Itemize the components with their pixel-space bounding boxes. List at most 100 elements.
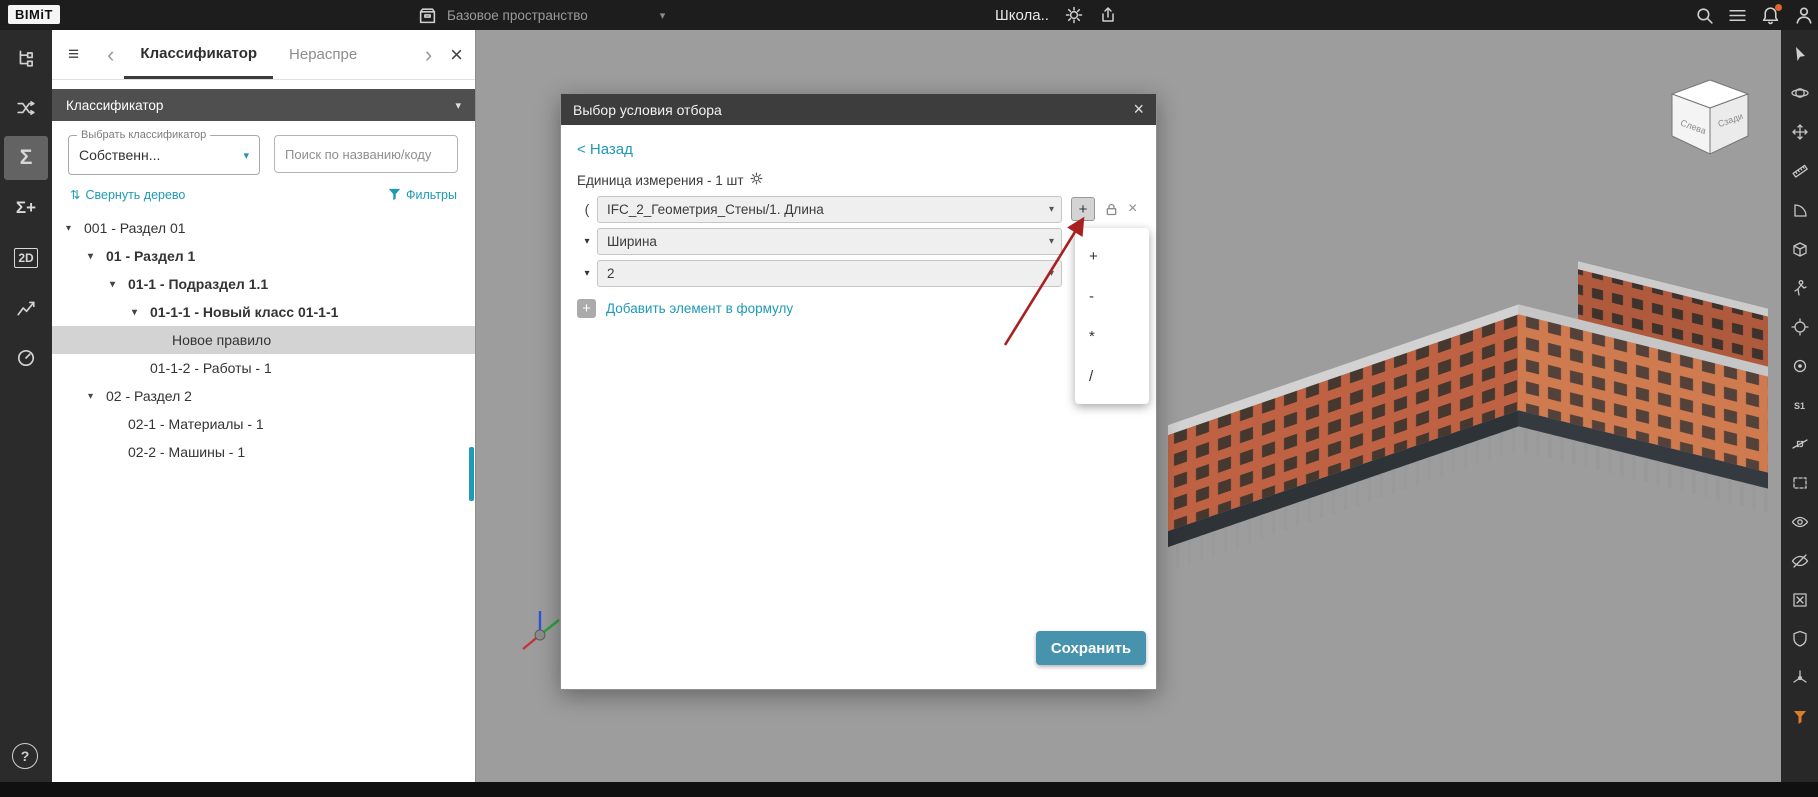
isolate-tool[interactable] [1785, 585, 1815, 615]
charts-tool[interactable] [4, 286, 48, 330]
s1-view-tool[interactable]: S1 [1785, 390, 1815, 420]
operator-button[interactable]: + [1071, 197, 1095, 221]
bottom-bar [0, 782, 1818, 797]
tree-item-label: 02-1 - Материалы - 1 [128, 416, 264, 432]
add-element-label: Добавить элемент в формулу [606, 301, 793, 316]
operator-divide[interactable]: / [1075, 356, 1149, 396]
angle-measure-tool[interactable] [1785, 195, 1815, 225]
section-header[interactable]: Классификатор ▾ [52, 89, 475, 121]
user-avatar-icon[interactable] [1794, 5, 1814, 25]
unit-settings-gear-icon[interactable] [750, 172, 763, 188]
tree-item[interactable]: 02-2 - Машины - 1 [52, 438, 475, 466]
operator-plus[interactable]: + [1075, 236, 1149, 276]
collapse-tree-label: Свернуть дерево [85, 188, 185, 202]
section-box-tool[interactable] [1785, 234, 1815, 264]
tabs-scroll-right-icon[interactable]: › [425, 44, 432, 66]
workspace-name[interactable]: Базовое пространство [447, 8, 588, 23]
tree-item[interactable]: 02-1 - Материалы - 1 [52, 410, 475, 438]
collapse-tree-link[interactable]: ⇅ Свернуть дерево [70, 187, 185, 202]
field-caret-icon[interactable]: ▾ [1049, 268, 1054, 279]
orbit-tool[interactable] [1785, 78, 1815, 108]
caret-down-icon[interactable]: ▾ [66, 223, 84, 234]
formula-rows: ( ▾ + × ▾ ▾ [577, 195, 1140, 287]
panel-close-icon[interactable]: × [450, 42, 463, 68]
funnel-icon [388, 188, 401, 201]
panel-menu-icon[interactable]: ≡ [68, 44, 79, 66]
formula-field-1-input[interactable] [597, 196, 1062, 223]
hide-tool[interactable] [1785, 546, 1815, 576]
workspace-box-icon[interactable] [418, 6, 437, 25]
focus-tool[interactable] [1785, 312, 1815, 342]
tab-classifier[interactable]: Классификатор [124, 30, 273, 79]
panel-tabs: Классификатор Нераспре [124, 30, 414, 79]
topbar: BIMiT Базовое пространство ▾ Школа.. [0, 0, 1818, 30]
walkthrough-tool[interactable] [1785, 273, 1815, 303]
pan-tool[interactable] [1785, 117, 1815, 147]
tree-item[interactable]: ▾ 01-1-1 - Новый класс 01-1-1 [52, 298, 475, 326]
protect-tool[interactable] [1785, 624, 1815, 654]
row-caret-icon[interactable]: ▾ [577, 268, 597, 279]
field-caret-icon[interactable]: ▾ [1049, 236, 1054, 247]
tree-item[interactable]: ▾ 02 - Раздел 2 [52, 382, 475, 410]
tree-item-label: 01-1-1 - Новый класс 01-1-1 [150, 304, 338, 320]
formula-row-2: ▾ ▾ [577, 227, 1140, 255]
notifications-icon[interactable] [1761, 6, 1780, 25]
tab-unallocated[interactable]: Нераспре [273, 30, 373, 79]
axes-settings-tool[interactable] [1785, 663, 1815, 693]
tree-item[interactable]: 01-1-2 - Работы - 1 [52, 354, 475, 382]
measure-tool[interactable] [1785, 156, 1815, 186]
filter-active-tool[interactable] [1785, 702, 1815, 732]
estimate-tool[interactable]: Σ+ [4, 186, 48, 230]
region-select-tool[interactable] [1785, 468, 1815, 498]
row-caret-icon[interactable]: ▾ [577, 236, 597, 247]
search-icon[interactable] [1695, 6, 1714, 25]
tree-item-selected[interactable]: Новое правило [52, 326, 475, 354]
back-link[interactable]: < Назад [577, 141, 633, 158]
view-cube[interactable]: Слева Сзади [1664, 70, 1756, 162]
field-caret-icon[interactable]: ▾ [1049, 204, 1054, 215]
dashboard-tool[interactable] [4, 336, 48, 380]
panel-scrollbar[interactable] [469, 447, 474, 501]
classifier-select-caret-icon: ▾ [243, 149, 249, 162]
relations-tool[interactable] [4, 86, 48, 130]
workspace-caret-icon[interactable]: ▾ [660, 9, 666, 22]
formula-field-2-input[interactable] [597, 228, 1062, 255]
2d-view-tool[interactable]: 2D [4, 236, 48, 280]
formula-field-3-input[interactable] [597, 260, 1062, 287]
operator-minus[interactable]: - [1075, 276, 1149, 316]
locate-tool[interactable] [1785, 351, 1815, 381]
dialog-close-icon[interactable]: × [1133, 99, 1144, 120]
classifier-select[interactable]: Выбрать классификатор Собственн... ▾ [68, 135, 260, 175]
tree-item-label: 02 - Раздел 2 [106, 388, 192, 404]
select-cursor-tool[interactable] [1785, 39, 1815, 69]
remove-row-icon[interactable]: × [1128, 200, 1137, 218]
tree-item[interactable]: ▾ 01 - Раздел 1 [52, 242, 475, 270]
share-icon[interactable] [1099, 6, 1117, 24]
app-logo[interactable]: BIMiT [8, 5, 60, 24]
help-icon: ? [21, 748, 30, 764]
classifier-tool[interactable]: Σ [4, 136, 48, 180]
caret-down-icon[interactable]: ▾ [88, 251, 106, 262]
operator-multiply[interactable]: * [1075, 316, 1149, 356]
model-tree-tool[interactable] [4, 36, 48, 80]
caret-down-icon[interactable]: ▾ [132, 307, 150, 318]
tabs-scroll-left-icon[interactable]: ‹ [107, 44, 114, 66]
2d-icon: 2D [14, 248, 37, 268]
caret-down-icon[interactable]: ▾ [88, 391, 106, 402]
add-element-link[interactable]: + Добавить элемент в формулу [577, 299, 1140, 318]
list-menu-icon[interactable] [1728, 6, 1747, 25]
search-input[interactable] [274, 135, 458, 173]
caret-down-icon[interactable]: ▾ [110, 279, 128, 290]
tree-item[interactable]: ▾ 01-1 - Подраздел 1.1 [52, 270, 475, 298]
show-tool[interactable] [1785, 507, 1815, 537]
save-button[interactable]: Сохранить [1036, 631, 1146, 665]
section-caret-icon: ▾ [455, 99, 461, 112]
filters-link[interactable]: Фильтры [388, 188, 457, 202]
help-button[interactable]: ? [12, 743, 38, 769]
tree-item[interactable]: ▾ 001 - Раздел 01 [52, 214, 475, 242]
lock-icon[interactable] [1104, 202, 1119, 217]
sort-arrows-icon: ⇅ [70, 187, 80, 202]
panel-header: ≡ ‹ Классификатор Нераспре › × [52, 30, 475, 80]
clip-plane-tool[interactable] [1785, 429, 1815, 459]
project-settings-gear-icon[interactable] [1065, 6, 1083, 24]
